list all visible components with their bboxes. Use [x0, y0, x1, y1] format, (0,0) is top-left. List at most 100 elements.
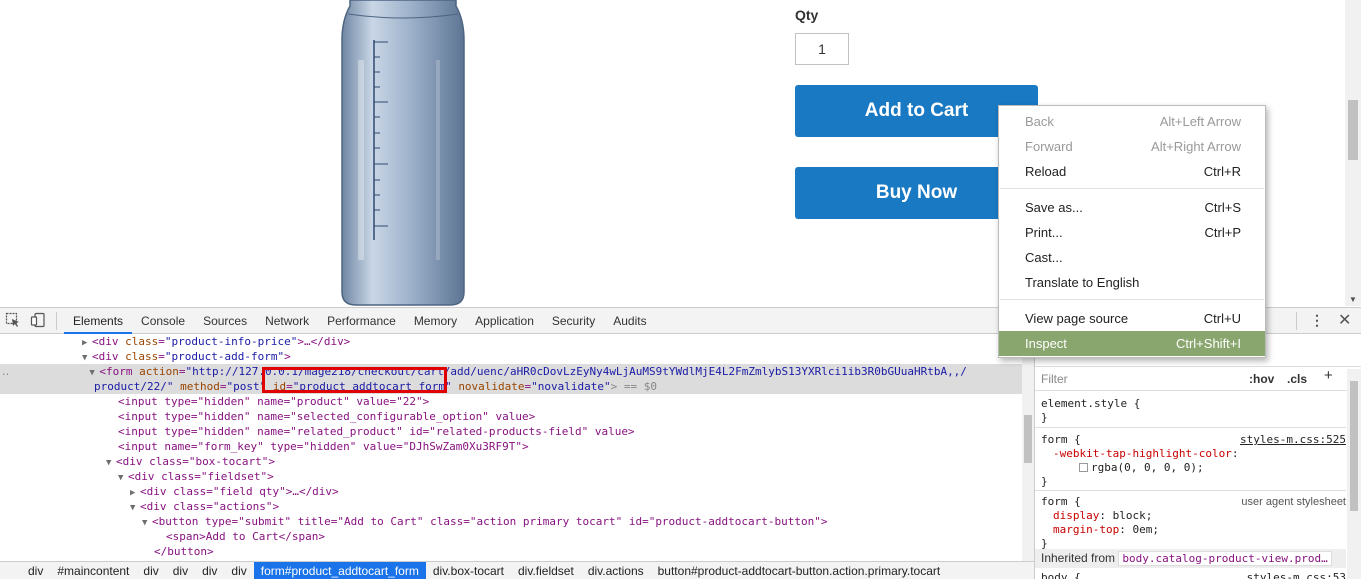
add-rule-icon[interactable]: + — [1324, 368, 1333, 383]
tab-console[interactable]: Console — [132, 308, 194, 334]
menu-item-view-source[interactable]: View page source Ctrl+U — [999, 306, 1265, 331]
menu-item-inspect[interactable]: Inspect Ctrl+Shift+I — [999, 331, 1265, 356]
menu-shortcut: Ctrl+R — [1203, 164, 1241, 179]
dom-node-form-selected-cont[interactable]: product/22/" method="post" id="product_a… — [0, 379, 1022, 394]
inherited-label: Inherited from — [1041, 551, 1116, 565]
menu-label: Back — [1025, 114, 1054, 129]
dom-tree: ▶ <div class="product-info-price">…</div>… — [0, 335, 1034, 561]
breadcrumb-item[interactable]: button#product-addtocart-button.action.p… — [651, 562, 948, 579]
inherited-link[interactable]: body.catalog-product-view.prod… — [1118, 551, 1332, 566]
form-action-url-cont: product/22/" — [94, 380, 174, 393]
dom-node-actions[interactable]: ▼ <div class="actions"> — [0, 499, 1022, 514]
breadcrumb-item-active[interactable]: form#product_addtocart_form — [253, 562, 426, 579]
menu-item-back[interactable]: Back Alt+Left Arrow — [999, 109, 1265, 134]
dom-node-input-related[interactable]: <input type="hidden" name="related_produ… — [0, 424, 1022, 439]
attr-value: "post" — [226, 380, 267, 393]
breadcrumb-item[interactable]: div — [136, 562, 165, 579]
element-style-rule: element.style { } — [1041, 397, 1346, 425]
scroll-down-arrow-icon[interactable]: ▼ — [1349, 295, 1357, 304]
attr-value: "novalidate" — [531, 380, 611, 393]
styles-filter-input[interactable]: Filter — [1041, 372, 1068, 386]
prop-value: block; — [1112, 509, 1153, 522]
prop-name: -webkit-tap-highlight-color — [1053, 447, 1232, 460]
select-element-icon[interactable] — [5, 312, 21, 328]
menu-shortcut: Ctrl+Shift+I — [1175, 336, 1241, 351]
hov-toggle[interactable]: :hov — [1249, 372, 1274, 386]
dom-node-product-add-form[interactable]: ▼ <div class="product-add-form"> — [0, 349, 1022, 364]
breadcrumb-item[interactable]: div — [224, 562, 253, 579]
breadcrumb-item[interactable]: div — [166, 562, 195, 579]
menu-label: Cast... — [1025, 250, 1063, 265]
page-scrollbar-thumb[interactable] — [1348, 100, 1358, 160]
dom-node-input-configurable[interactable]: <input type="hidden" name="selected_conf… — [0, 409, 1022, 424]
breadcrumb-item[interactable]: div.fieldset — [511, 562, 581, 579]
tab-memory[interactable]: Memory — [405, 308, 466, 334]
tab-network[interactable]: Network — [256, 308, 318, 334]
tab-sources[interactable]: Sources — [194, 308, 256, 334]
rule-selector: element.style { — [1041, 397, 1141, 410]
tab-performance[interactable]: Performance — [318, 308, 405, 334]
menu-label: Print... — [1025, 225, 1063, 240]
breadcrumb-item[interactable]: div — [0, 562, 50, 579]
cls-toggle[interactable]: .cls — [1287, 372, 1307, 386]
breadcrumb-item[interactable]: div.box-tocart — [426, 562, 511, 579]
menu-label: Forward — [1025, 139, 1073, 154]
page-scrollbar[interactable]: ▼ — [1345, 0, 1361, 306]
tab-audits[interactable]: Audits — [604, 308, 655, 334]
dom-tree-scrollbar[interactable] — [1022, 335, 1034, 561]
dom-node-button-close[interactable]: </button> — [0, 544, 1022, 559]
dom-node-form-selected[interactable]: ‥ ▼ <form action="http://127.0.0.1/mage218… — [0, 364, 1022, 379]
rule-close: } — [1041, 411, 1048, 424]
styles-pane: Filter :hov .cls + element.style { } for… — [1034, 335, 1361, 579]
rule-divider — [1035, 427, 1346, 428]
dom-node-box-tocart[interactable]: ▼ <div class="box-tocart"> — [0, 454, 1022, 469]
more-options-icon[interactable]: ⋮ — [1310, 312, 1324, 329]
menu-item-reload[interactable]: Reload Ctrl+R — [999, 159, 1265, 184]
tab-security[interactable]: Security — [543, 308, 604, 334]
rule-source: user agent stylesheet — [1241, 496, 1346, 508]
menu-item-translate[interactable]: Translate to English — [999, 270, 1265, 295]
dom-node-product-info-price[interactable]: ▶ <div class="product-info-price">…</div> — [0, 335, 1022, 349]
rule-property-value[interactable]: rgba(0, 0, 0, 0); — [1041, 461, 1346, 475]
dom-node-span[interactable]: <span>Add to Cart</span> — [0, 529, 1022, 544]
dom-node-field-qty[interactable]: ▶ <div class="field qty">…</div> — [0, 484, 1022, 499]
rule-source-link[interactable]: styles-m.css:525 — [1240, 433, 1346, 447]
selection-dots: ‥ — [2, 365, 10, 378]
toolbar-divider — [56, 312, 57, 330]
attr-name: action — [139, 365, 179, 378]
styles-scrollbar[interactable] — [1347, 369, 1361, 579]
menu-label: Save as... — [1025, 200, 1083, 215]
dom-node-fieldset[interactable]: ▼ <div class="fieldset"> — [0, 469, 1022, 484]
menu-shortcut: Alt+Right Arrow — [1151, 139, 1241, 154]
device-toolbar-icon[interactable] — [30, 312, 46, 328]
menu-item-forward[interactable]: Forward Alt+Right Arrow — [999, 134, 1265, 159]
menu-separator — [1000, 299, 1264, 300]
close-devtools-icon[interactable]: ✕ — [1338, 310, 1351, 330]
rule-property[interactable]: margin-top: 0em; — [1041, 523, 1346, 537]
attr-name: method — [180, 380, 220, 393]
tag: <button type="submit" title="Add to Cart… — [152, 515, 828, 528]
color-swatch-icon[interactable] — [1079, 463, 1088, 472]
rule-property[interactable]: -webkit-tap-highlight-color: — [1041, 447, 1346, 461]
prop-value: rgba(0, 0, 0, 0); — [1091, 461, 1204, 474]
rule-divider — [1035, 490, 1346, 491]
attr-name: novalidate — [458, 380, 525, 393]
menu-item-cast[interactable]: Cast... — [999, 245, 1265, 270]
menu-label: Reload — [1025, 164, 1067, 179]
dom-scrollbar-thumb[interactable] — [1024, 415, 1032, 463]
breadcrumb-item[interactable]: div — [195, 562, 224, 579]
breadcrumb-item[interactable]: #maincontent — [50, 562, 136, 579]
dom-node-input-product[interactable]: <input type="hidden" name="product" valu… — [0, 394, 1022, 409]
menu-item-save-as[interactable]: Save as... Ctrl+S — [999, 195, 1265, 220]
tag: <div — [92, 350, 126, 363]
menu-item-print[interactable]: Print... Ctrl+P — [999, 220, 1265, 245]
dom-node-button[interactable]: ▼ <button type="submit" title="Add to Car… — [0, 514, 1022, 529]
rule-source-link[interactable]: styles-m.css:53 — [1247, 571, 1346, 579]
styles-scrollbar-thumb[interactable] — [1350, 381, 1358, 511]
tab-elements[interactable]: Elements — [64, 308, 133, 334]
tab-application[interactable]: Application — [466, 308, 543, 334]
rule-property[interactable]: display: block; — [1041, 509, 1346, 523]
qty-input[interactable]: 1 — [795, 33, 849, 65]
dom-node-input-form-key[interactable]: <input name="form_key" type="hidden" val… — [0, 439, 1022, 454]
breadcrumb-item[interactable]: div.actions — [581, 562, 651, 579]
